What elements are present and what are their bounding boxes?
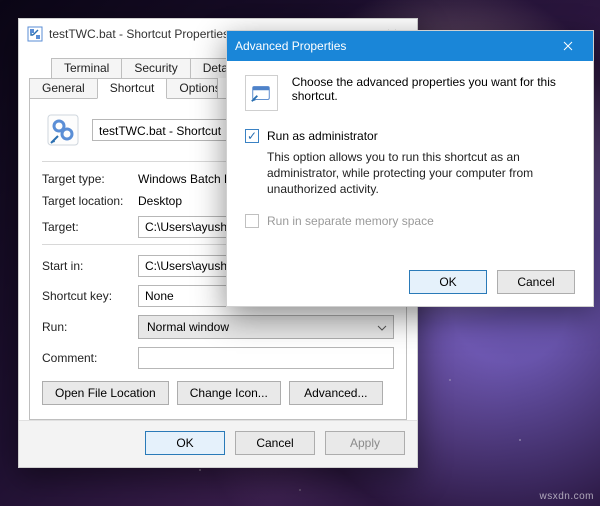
run-separate-memory-label: Run in separate memory space: [267, 214, 434, 228]
ok-button[interactable]: OK: [145, 431, 225, 455]
shortcut-key-label: Shortcut key:: [42, 289, 138, 303]
window-title: Advanced Properties: [235, 39, 346, 53]
apply-button[interactable]: Apply: [325, 431, 405, 455]
comment-label: Comment:: [42, 351, 138, 365]
target-location-label: Target location:: [42, 194, 138, 208]
file-icon: [46, 113, 80, 147]
advanced-button[interactable]: Advanced...: [289, 381, 383, 405]
target-label: Target:: [42, 220, 138, 234]
tab-options[interactable]: Options: [166, 78, 218, 99]
start-in-label: Start in:: [42, 259, 138, 273]
run-label: Run:: [42, 320, 138, 334]
change-icon-button[interactable]: Change Icon...: [177, 381, 281, 405]
run-dropdown-value: Normal window: [147, 320, 229, 334]
advanced-properties-dialog: Advanced Properties Choose the advanced …: [226, 30, 594, 307]
target-type-label: Target type:: [42, 172, 138, 186]
run-as-admin-label: Run as administrator: [267, 129, 378, 143]
comment-field[interactable]: [138, 347, 394, 369]
tab-shortcut[interactable]: Shortcut: [97, 78, 168, 99]
tab-general[interactable]: General: [29, 78, 98, 99]
tab-terminal[interactable]: Terminal: [51, 58, 122, 78]
window-icon: [27, 26, 43, 42]
watermark: wsxdn.com: [539, 491, 594, 502]
cancel-button[interactable]: Cancel: [235, 431, 315, 455]
dialog-footer: OK Cancel Apply: [19, 420, 417, 467]
ok-button[interactable]: OK: [409, 270, 487, 294]
run-as-admin-description: This option allows you to run this short…: [267, 149, 567, 198]
close-button[interactable]: [547, 31, 589, 61]
cancel-button[interactable]: Cancel: [497, 270, 575, 294]
open-file-location-button[interactable]: Open File Location: [42, 381, 169, 405]
shortcut-icon: [245, 75, 278, 111]
chevron-down-icon: [377, 320, 387, 334]
run-dropdown[interactable]: Normal window: [138, 315, 394, 339]
window-title: testTWC.bat - Shortcut Properties: [49, 27, 229, 41]
tab-security[interactable]: Security: [121, 58, 190, 78]
run-as-admin-checkbox[interactable]: [245, 129, 259, 143]
titlebar[interactable]: Advanced Properties: [227, 31, 593, 61]
run-separate-memory-checkbox: [245, 214, 259, 228]
intro-text: Choose the advanced properties you want …: [292, 75, 575, 103]
